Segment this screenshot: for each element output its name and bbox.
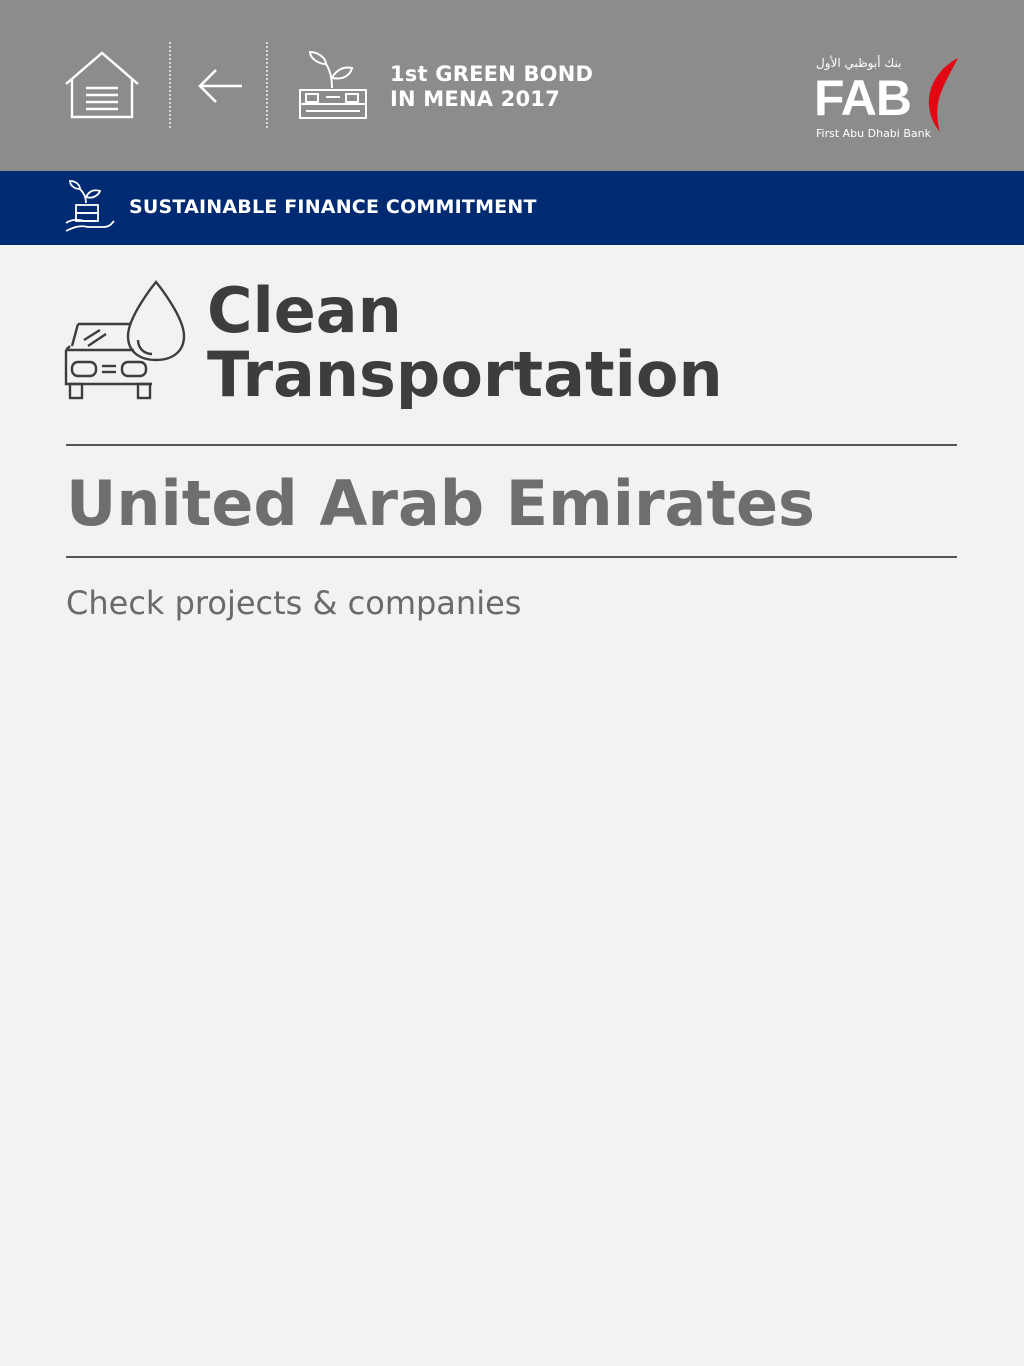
check-projects-link[interactable]: Check projects & companies — [66, 582, 521, 624]
header-divider — [266, 42, 268, 128]
country-name: United Arab Emirates — [66, 467, 815, 540]
banner-label: SUSTAINABLE FINANCE COMMITMENT — [129, 196, 537, 218]
divider-line — [66, 556, 957, 558]
category-title-line2: Transportation — [207, 338, 723, 411]
green-bond-title-line1: 1st GREEN BOND — [390, 62, 594, 86]
back-button[interactable] — [196, 64, 244, 108]
home-button[interactable] — [64, 50, 140, 120]
home-icon — [65, 51, 139, 119]
logo-subtitle: First Abu Dhabi Bank — [816, 127, 931, 140]
green-bond-title: 1st GREEN BOND IN MENA 2017 — [390, 62, 640, 112]
plant-money-icon — [296, 50, 370, 122]
car-water-drop-icon — [64, 280, 190, 404]
section-banner: SUSTAINABLE FINANCE COMMITMENT — [0, 171, 1024, 245]
top-bar: 1st GREEN BOND IN MENA 2017 بنك أبوظبي ا… — [0, 0, 1024, 171]
back-arrow-icon — [198, 69, 242, 103]
divider-line — [66, 444, 957, 446]
logo-swoosh-icon — [928, 58, 958, 132]
category-title: Clean Transportation — [207, 279, 723, 407]
logo-text: FAB — [814, 70, 912, 126]
fab-logo: بنك أبوظبي الأول FAB First Abu Dhabi Ban… — [812, 52, 962, 146]
hand-plant-icon — [64, 179, 116, 237]
category-title-line1: Clean — [207, 274, 402, 347]
green-bond-title-line2: IN MENA 2017 — [390, 87, 560, 111]
header-divider — [169, 42, 171, 128]
